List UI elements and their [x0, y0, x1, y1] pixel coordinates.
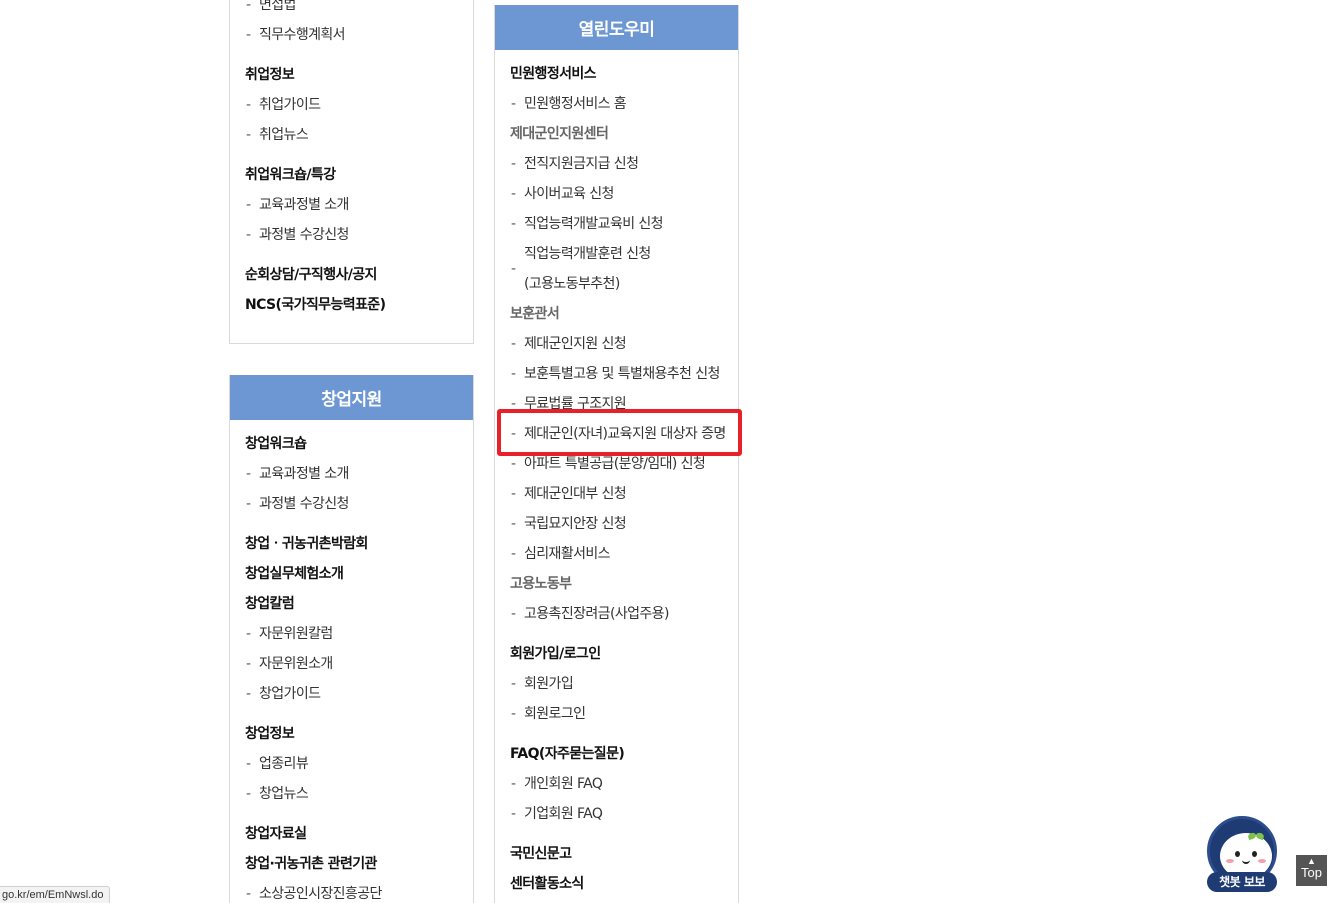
cheek-icon: [1226, 859, 1234, 863]
chatbot-label: 챗봇 보보: [1207, 872, 1277, 892]
menu-link-교육과정별-소개[interactable]: 교육과정별 소개: [245, 190, 458, 220]
menu-group-창업칼럼[interactable]: 창업칼럼: [245, 589, 458, 619]
menu-group-국민신문고[interactable]: 국민신문고: [510, 839, 723, 869]
menu-link-창업가이드[interactable]: 창업가이드: [245, 679, 458, 709]
menu-link-자문위원소개[interactable]: 자문위원소개: [245, 649, 458, 679]
menu-group-창업-귀농귀촌-관련기관[interactable]: 창업·귀농귀촌 관련기관: [245, 849, 458, 879]
open-helper-box: 열린도우미 민원행정서비스민원행정서비스 홈제대군인지원센터전직지원금지급 신청…: [494, 5, 739, 903]
scroll-top-button[interactable]: ▲ Top: [1296, 855, 1327, 886]
menu-link-과정별-수강신청[interactable]: 과정별 수강신청: [245, 489, 458, 519]
menu-link-면접법[interactable]: 면접법: [245, 0, 458, 20]
mouth-icon: [1242, 859, 1250, 864]
eye-icon: [1235, 851, 1240, 857]
startup-support-list: 창업워크숍교육과정별 소개과정별 수강신청창업ㆍ귀농귀촌박람회창업실무체험소개창…: [230, 420, 473, 903]
menu-group-창업정보[interactable]: 창업정보: [245, 719, 458, 749]
menu-group-취업워크숍-특강[interactable]: 취업워크숍/특강: [245, 160, 458, 190]
menu-link-회원로그인[interactable]: 회원로그인: [510, 699, 723, 729]
menu-link-과정별-수강신청[interactable]: 과정별 수강신청: [245, 220, 458, 250]
eye-icon: [1252, 851, 1257, 857]
menu-link-제대군인대부-신청[interactable]: 제대군인대부 신청: [510, 479, 723, 509]
menu-group-순회상담-구직행사-공지[interactable]: 순회상담/구직행사/공지: [245, 260, 458, 290]
menu-link-직업능력개발훈련-신청[interactable]: 직업능력개발훈련 신청 (고용노동부추천): [510, 239, 723, 299]
menu-link-창업뉴스[interactable]: 창업뉴스: [245, 779, 458, 809]
menu-group-센터활동소식[interactable]: 센터활동소식: [510, 869, 723, 899]
menu-group-창업-귀농귀촌박람회[interactable]: 창업ㆍ귀농귀촌박람회: [245, 529, 458, 559]
menu-link-직무수행계획서[interactable]: 직무수행계획서: [245, 20, 458, 50]
left-top-menu-list: 면접법직무수행계획서취업정보취업가이드취업뉴스취업워크숍/특강교육과정별 소개과…: [230, 0, 473, 320]
menu-link-무료법률-구조지원[interactable]: 무료법률 구조지원: [510, 389, 723, 419]
menu-link-민원행정서비스-홈[interactable]: 민원행정서비스 홈: [510, 89, 723, 119]
menu-link-자문위원칼럼[interactable]: 자문위원칼럼: [245, 619, 458, 649]
menu-link-고용촉진장려금-사업주용[interactable]: 고용촉진장려금(사업주용): [510, 599, 723, 629]
open-helper-list: 민원행정서비스민원행정서비스 홈제대군인지원센터전직지원금지급 신청사이버교육 …: [495, 50, 738, 899]
menu-group-제대군인지원센터[interactable]: 제대군인지원센터: [510, 119, 723, 149]
open-helper-title[interactable]: 열린도우미: [495, 5, 738, 50]
menu-link-국립묘지안장-신청[interactable]: 국립묘지안장 신청: [510, 509, 723, 539]
status-bar-url: go.kr/em/EmNwsl.do: [0, 886, 111, 903]
menu-link-개인회원-faq[interactable]: 개인회원 FAQ: [510, 769, 723, 799]
scroll-top-label: Top: [1301, 865, 1322, 880]
menu-link-업종리뷰[interactable]: 업종리뷰: [245, 749, 458, 779]
menu-link-사이버교육-신청[interactable]: 사이버교육 신청: [510, 179, 723, 209]
sprout-icon: [1248, 833, 1264, 843]
menu-group-창업실무체험소개[interactable]: 창업실무체험소개: [245, 559, 458, 589]
menu-link-소상공인시장진흥공단[interactable]: 소상공인시장진흥공단: [245, 879, 458, 903]
menu-link-제대군인지원-신청[interactable]: 제대군인지원 신청: [510, 329, 723, 359]
menu-group-보훈관서[interactable]: 보훈관서: [510, 299, 723, 329]
menu-link-보훈특별고용-및-특별채용추천-신청[interactable]: 보훈특별고용 및 특별채용추천 신청: [510, 359, 723, 389]
cheek-icon: [1258, 859, 1266, 863]
menu-link-회원가입[interactable]: 회원가입: [510, 669, 723, 699]
menu-link-취업뉴스[interactable]: 취업뉴스: [245, 120, 458, 150]
arrow-up-icon: ▲: [1307, 856, 1316, 866]
menu-link-기업회원-faq[interactable]: 기업회원 FAQ: [510, 799, 723, 829]
menu-link-심리재활서비스[interactable]: 심리재활서비스: [510, 539, 723, 569]
menu-group-faq-자주묻는질문[interactable]: FAQ(자주묻는질문): [510, 739, 723, 769]
left-top-menu-box: 면접법직무수행계획서취업정보취업가이드취업뉴스취업워크숍/특강교육과정별 소개과…: [229, 0, 474, 344]
startup-support-title[interactable]: 창업지원: [230, 375, 473, 420]
menu-link-취업가이드[interactable]: 취업가이드: [245, 90, 458, 120]
menu-group-취업정보[interactable]: 취업정보: [245, 60, 458, 90]
menu-group-고용노동부[interactable]: 고용노동부: [510, 569, 723, 599]
menu-link-text: 직업능력개발훈련 신청: [524, 246, 651, 262]
menu-link-직업능력개발교육비-신청[interactable]: 직업능력개발교육비 신청: [510, 209, 723, 239]
menu-group-회원가입-로그인[interactable]: 회원가입/로그인: [510, 639, 723, 669]
menu-group-ncs-국가직무능력표준[interactable]: NCS(국가직무능력표준): [245, 290, 458, 320]
menu-link-제대군인-자녀-교육지원-대상자-증명[interactable]: 제대군인(자녀)교육지원 대상자 증명: [510, 419, 726, 449]
menu-link-아파트-특별공급-분양-임대-신청[interactable]: 아파트 특별공급(분양/임대) 신청: [510, 449, 723, 479]
menu-group-창업워크숍[interactable]: 창업워크숍: [245, 429, 458, 459]
menu-link-전직지원금지급-신청[interactable]: 전직지원금지급 신청: [510, 149, 723, 179]
chatbot-button[interactable]: 챗봇 보보: [1205, 812, 1279, 894]
menu-group-민원행정서비스[interactable]: 민원행정서비스: [510, 59, 723, 89]
menu-group-창업자료실[interactable]: 창업자료실: [245, 819, 458, 849]
startup-support-box: 창업지원 창업워크숍교육과정별 소개과정별 수강신청창업ㆍ귀농귀촌박람회창업실무…: [229, 375, 474, 903]
menu-link-text-line2: (고용노동부추천): [524, 276, 620, 292]
menu-link-교육과정별-소개[interactable]: 교육과정별 소개: [245, 459, 458, 489]
